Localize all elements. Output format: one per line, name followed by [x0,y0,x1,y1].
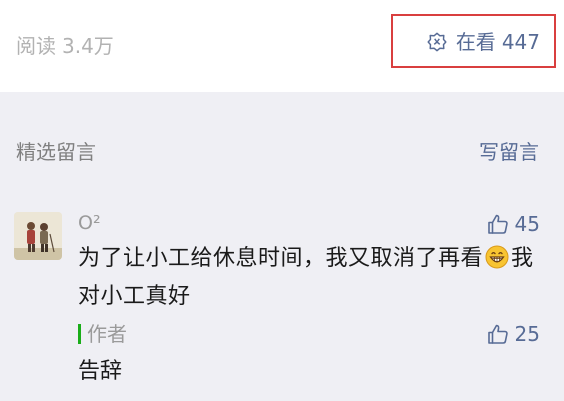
read-bar: 阅读 3.4万 在看 447 [0,0,564,92]
wow-button[interactable]: 在看 447 [426,28,540,56]
comment-like-button[interactable]: 45 [486,210,540,238]
read-label: 阅读 [16,34,56,58]
grinning-emoji-icon [485,245,509,280]
read-number: 3.4万 [62,34,114,58]
comment-text: 为了让小工给休息时间，我又取消了再看 我对小工真好 [78,242,538,314]
write-comment-link[interactable]: 写留言 [479,138,539,166]
wow-count: 447 [501,30,540,54]
comment-like-count: 45 [514,212,540,236]
comments-header: 精选留言 写留言 [0,92,564,192]
avatar[interactable] [14,212,62,260]
wow-flower-icon [427,32,447,52]
featured-comments-title: 精选留言 [16,140,96,164]
thumbs-up-icon [487,324,508,344]
reply-like-button[interactable]: 25 [486,320,540,348]
reply-like-count: 25 [514,322,540,346]
article-bottom-panel: 阅读 3.4万 在看 447 精选留言 写留言 O² 45 为了让小工给休息时间… [0,0,564,401]
comment-text-part1: 为了让小工给休息时间，我又取消了再看 [78,246,484,271]
read-count: 阅读 3.4万 [16,32,114,60]
author-reply-label: 作者 [78,320,127,348]
author-label: 作者 [87,322,127,346]
avatar-image [14,212,62,260]
thumbs-up-icon [487,214,508,234]
author-reply-text: 告辞 [78,359,123,384]
author-marker [78,324,81,344]
wow-highlight-box: 在看 447 [391,14,556,68]
wow-label: 在看 [455,30,496,54]
comment-nickname: O² [78,212,101,234]
